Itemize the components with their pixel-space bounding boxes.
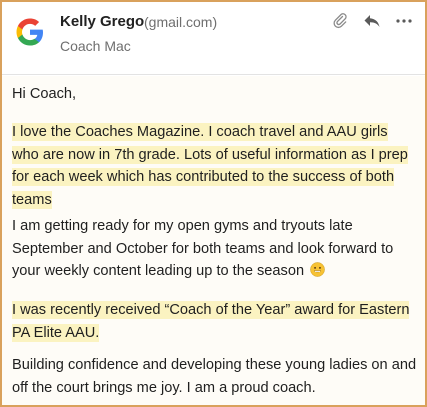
header-actions xyxy=(331,12,413,30)
paragraph-2-text: I am getting ready for my open gyms and … xyxy=(12,218,394,279)
paperclip-icon[interactable] xyxy=(331,12,349,30)
sender-email: (gmail.com) xyxy=(144,14,218,30)
google-g-icon xyxy=(12,14,48,50)
recipient-name: Coach Mac xyxy=(60,38,131,54)
paragraph-3: I was recently received “Coach of the Ye… xyxy=(12,299,417,344)
paragraph-2: I am getting ready for my open gyms and … xyxy=(12,215,417,283)
more-icon[interactable] xyxy=(395,12,413,30)
email-header: Kelly Grego (gmail.com) Coach Mac xyxy=(2,2,425,75)
highlighted-text: I was recently received “Coach of the Ye… xyxy=(12,301,410,342)
paragraph-1: I love the Coaches Magazine. I coach tra… xyxy=(12,121,417,211)
reply-icon[interactable] xyxy=(363,12,381,30)
highlighted-text: I love the Coaches Magazine. I coach tra… xyxy=(12,123,408,209)
email-card: Kelly Grego (gmail.com) Coach Mac Hi Coa… xyxy=(0,0,427,407)
email-body: Hi Coach, I love the Coaches Magazine. I… xyxy=(2,76,425,405)
sender-name: Kelly Grego xyxy=(60,13,145,30)
greeting: Hi Coach, xyxy=(12,86,77,102)
paragraph-4: Building confidence and developing these… xyxy=(12,357,417,396)
smiling-face-emoji xyxy=(310,262,325,277)
